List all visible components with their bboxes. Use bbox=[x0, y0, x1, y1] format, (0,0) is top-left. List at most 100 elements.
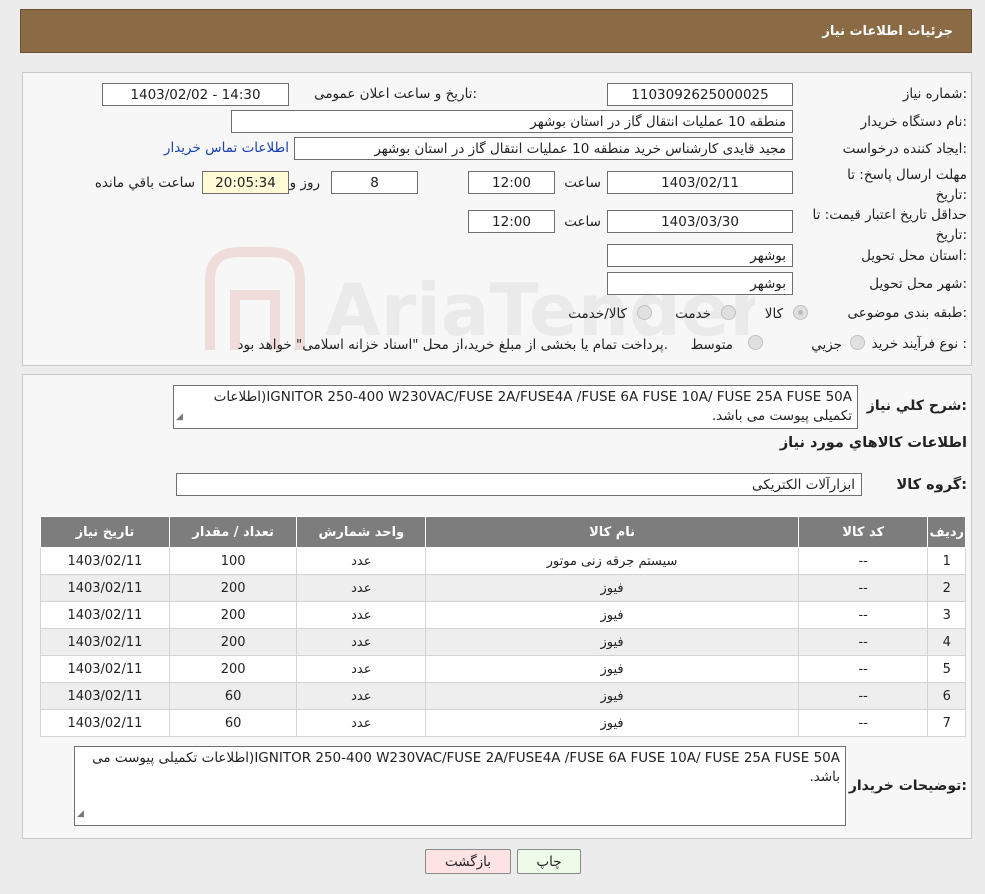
category-label: طبقه بندی موضوعی: bbox=[847, 305, 967, 321]
cell-row-number: 1 bbox=[927, 547, 966, 575]
buyer-notes-textarea[interactable]: IGNITOR 250-400 W230VAC/FUSE 2A/FUSE4A /… bbox=[74, 746, 846, 826]
goods-section-title: اطلاعات کالاهاي مورد نياز bbox=[779, 435, 967, 451]
cell-unit: عدد bbox=[296, 655, 427, 683]
need-number-label: شماره نیاز: bbox=[902, 86, 967, 102]
print-button[interactable]: چاپ bbox=[517, 849, 581, 874]
cell-row-number: 5 bbox=[927, 655, 966, 683]
summary-textarea[interactable]: IGNITOR 250-400 W230VAC/FUSE 2A/FUSE4A /… bbox=[173, 385, 858, 429]
category-option-both: کالا/خدمت bbox=[568, 306, 627, 322]
days-field: 8 bbox=[331, 171, 418, 194]
goods-table: رديف کد کالا نام کالا واحد شمارش تعداد /… bbox=[40, 516, 966, 737]
cell-item-name: فیوز bbox=[425, 601, 799, 629]
cell-quantity: 60 bbox=[168, 709, 298, 737]
category-option-service: خدمت bbox=[675, 306, 711, 322]
cell-item-code: -- bbox=[797, 682, 929, 710]
page-title: جزئیات اطلاعات نیاز bbox=[822, 23, 953, 39]
announce-field: 1403/02/02 - 14:30 bbox=[102, 83, 289, 106]
cell-item-code: -- bbox=[797, 601, 929, 629]
table-header-row: رديف کد کالا نام کالا واحد شمارش تعداد /… bbox=[40, 516, 966, 548]
table-row: 1 -- سیستم جرقه زنی موتور عدد 100 1403/02/11 bbox=[40, 547, 966, 575]
cell-quantity: 200 bbox=[168, 574, 298, 602]
cell-quantity: 200 bbox=[168, 655, 298, 683]
table-row: 7 -- فیوز عدد 60 1403/02/11 bbox=[40, 709, 966, 737]
cell-item-name: سیستم جرقه زنی موتور bbox=[425, 547, 799, 575]
table-row: 3 -- فیوز عدد 200 1403/02/11 bbox=[40, 601, 966, 629]
process-label: نوع فرآیند خرید : bbox=[871, 336, 967, 352]
process-option-small: جزيي bbox=[811, 337, 842, 353]
cell-row-number: 6 bbox=[927, 682, 966, 710]
cell-need-date: 1403/02/11 bbox=[40, 601, 170, 629]
resize-grip-icon[interactable]: ◢ bbox=[77, 805, 84, 824]
cell-item-name: فیوز bbox=[425, 574, 799, 602]
col-quantity: تعداد / مقدار bbox=[168, 516, 298, 548]
cell-quantity: 200 bbox=[168, 628, 298, 656]
cell-unit: عدد bbox=[296, 601, 427, 629]
cell-need-date: 1403/02/11 bbox=[40, 628, 170, 656]
category-option-goods: کالا bbox=[764, 306, 783, 322]
cell-item-name: فیوز bbox=[425, 709, 799, 737]
province-label: استان محل تحویل: bbox=[861, 248, 967, 264]
col-item-name: نام کالا bbox=[425, 516, 799, 548]
buyer-org-field: منطقه 10 عملیات انتقال گاز در استان بوشه… bbox=[231, 110, 793, 133]
province-field: بوشهر bbox=[607, 244, 793, 267]
deadline-label-line1: مهلت ارسال پاسخ: تا bbox=[847, 167, 967, 183]
process-radio-medium[interactable] bbox=[748, 335, 763, 350]
buyer-notes-text: IGNITOR 250-400 W230VAC/FUSE 2A/FUSE4A /… bbox=[92, 750, 840, 785]
buyer-contact-link[interactable]: اطلاعات تماس خریدار bbox=[164, 140, 289, 156]
col-need-date: تاریخ نیاز bbox=[40, 516, 170, 548]
cell-row-number: 4 bbox=[927, 628, 966, 656]
cell-item-name: فیوز bbox=[425, 682, 799, 710]
cell-need-date: 1403/02/11 bbox=[40, 655, 170, 683]
validity-label-line1: حداقل تاریخ اعتبار قیمت: تا bbox=[812, 207, 967, 223]
cell-row-number: 3 bbox=[927, 601, 966, 629]
table-row: 4 -- فیوز عدد 200 1403/02/11 bbox=[40, 628, 966, 656]
cell-need-date: 1403/02/11 bbox=[40, 682, 170, 710]
cell-need-date: 1403/02/11 bbox=[40, 574, 170, 602]
cell-unit: عدد bbox=[296, 574, 427, 602]
cell-row-number: 7 bbox=[927, 709, 966, 737]
announce-label: تاریخ و ساعت اعلان عمومی: bbox=[314, 86, 477, 102]
col-unit: واحد شمارش bbox=[296, 516, 427, 548]
resize-grip-icon[interactable]: ◢ bbox=[176, 408, 183, 427]
summary-text: IGNITOR 250-400 W230VAC/FUSE 2A/FUSE4A /… bbox=[213, 389, 852, 424]
validity-label: حداقل تاریخ اعتبار قیمت: تا تاریخ: bbox=[813, 205, 967, 245]
city-field: بوشهر bbox=[607, 272, 793, 295]
table-row: 5 -- فیوز عدد 200 1403/02/11 bbox=[40, 655, 966, 683]
page-header: جزئیات اطلاعات نیاز bbox=[20, 9, 972, 53]
deadline-label-line2: تاریخ: bbox=[935, 187, 967, 203]
table-row: 6 -- فیوز عدد 60 1403/02/11 bbox=[40, 682, 966, 710]
process-radio-small[interactable] bbox=[850, 335, 865, 350]
buyer-notes-label: توضیحات خریدار: bbox=[848, 778, 967, 794]
goods-group-label: گروه کالا: bbox=[896, 477, 967, 493]
back-button[interactable]: بازگشت bbox=[425, 849, 511, 874]
creator-field: مجید قایدی کارشناس خرید منطقه 10 عملیات … bbox=[294, 137, 793, 160]
goods-group-field: ابزارآلات الکتریکی bbox=[176, 473, 862, 496]
cell-item-code: -- bbox=[797, 628, 929, 656]
cell-row-number: 2 bbox=[927, 574, 966, 602]
creator-label: ایجاد کننده درخواست: bbox=[842, 141, 967, 157]
cell-unit: عدد bbox=[296, 547, 427, 575]
process-option-medium: متوسط bbox=[690, 337, 733, 353]
cell-unit: عدد bbox=[296, 682, 427, 710]
cell-quantity: 60 bbox=[168, 682, 298, 710]
category-radio-service[interactable] bbox=[721, 305, 736, 320]
process-note: پرداخت تمام یا بخشی از مبلغ خرید،از محل … bbox=[237, 337, 668, 353]
category-radio-both[interactable] bbox=[637, 305, 652, 320]
remaining-label: ساعت باقي مانده bbox=[94, 175, 195, 191]
deadline-date-field: 1403/02/11 bbox=[607, 171, 793, 194]
col-item-code: کد کالا bbox=[797, 516, 929, 548]
days-label: روز و bbox=[289, 175, 320, 191]
buyer-org-label: نام دستگاه خریدار: bbox=[860, 114, 967, 130]
table-row: 2 -- فیوز عدد 200 1403/02/11 bbox=[40, 574, 966, 602]
validity-time-label: ساعت bbox=[564, 214, 601, 230]
col-row-number: رديف bbox=[927, 516, 966, 548]
category-radio-goods[interactable] bbox=[793, 305, 808, 320]
cell-item-code: -- bbox=[797, 574, 929, 602]
summary-label: شرح کلي نياز: bbox=[866, 398, 967, 414]
deadline-time-label: ساعت bbox=[564, 175, 601, 191]
cell-unit: عدد bbox=[296, 628, 427, 656]
cell-item-code: -- bbox=[797, 547, 929, 575]
cell-quantity: 100 bbox=[168, 547, 298, 575]
cell-item-name: فیوز bbox=[425, 655, 799, 683]
cell-quantity: 200 bbox=[168, 601, 298, 629]
